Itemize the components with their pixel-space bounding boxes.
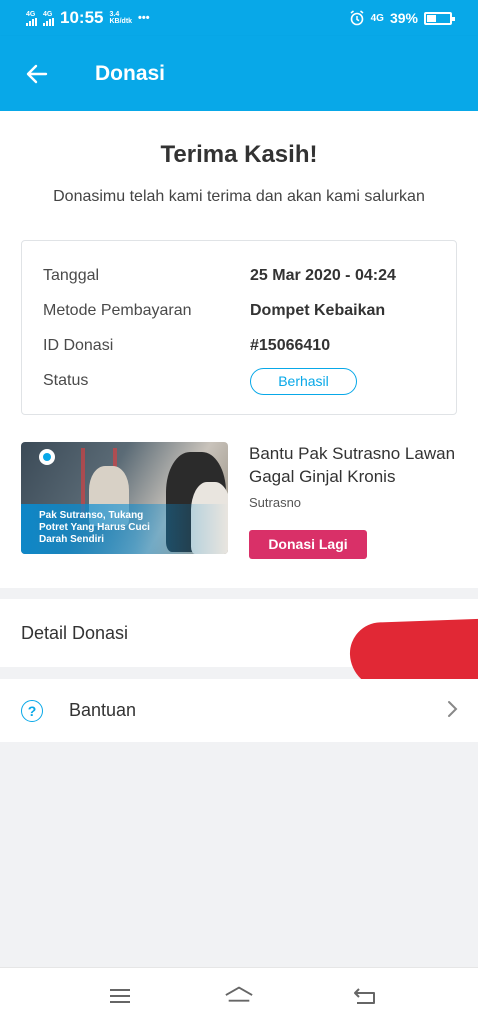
speed-value: 3.4 [109, 11, 120, 18]
network-speed: 3.4 KB/dtk [109, 11, 132, 25]
payment-method-value: Dompet Kebaikan [250, 302, 386, 319]
arrow-left-icon [26, 64, 48, 83]
status-label: Status [43, 372, 89, 389]
back-nav-button[interactable] [350, 984, 380, 1008]
donate-again-button[interactable]: Donasi Lagi [249, 530, 367, 559]
campaign-title[interactable]: Bantu Pak Sutrasno Lawan Gagal Ginjal Kr… [249, 442, 459, 488]
thanks-title: Terima Kasih! [160, 141, 318, 168]
help-label: Bantuan [69, 700, 137, 720]
thanks-subtitle: Donasimu telah kami terima dan akan kami… [53, 188, 425, 205]
campaign-logo-icon [39, 449, 55, 465]
status-left: 4G 4G 10:55 3.4 KB/dtk ••• [26, 8, 150, 28]
detail-row-payment: Metode Pembayaran Dompet Kebaikan [43, 299, 443, 323]
menu-icon [110, 989, 130, 1003]
help-row[interactable]: ? Bantuan [0, 679, 478, 742]
date-value: 25 Mar 2020 - 04:24 [250, 267, 396, 284]
network-type-2: 4G [43, 10, 53, 18]
battery-fill [427, 14, 436, 22]
back-button[interactable] [25, 62, 49, 86]
signal-1: 4G [26, 11, 37, 26]
home-button[interactable] [224, 984, 254, 1008]
app-bar: Donasi [0, 36, 478, 111]
donation-details-card: Tanggal 25 Mar 2020 - 04:24 Metode Pemba… [21, 240, 457, 415]
signal-2: 4G [43, 11, 54, 26]
campaign-card[interactable]: Pak Sutranso, Tukang Potret Yang Harus C… [21, 442, 457, 562]
more-notifications-icon: ••• [138, 12, 150, 24]
signal-icon [26, 17, 37, 26]
battery-percent: 39% [389, 10, 418, 26]
status-badge: Berhasil [250, 367, 357, 395]
network-type-1: 4G [26, 10, 36, 18]
home-icon [225, 986, 253, 1002]
speed-unit: KB/dtk [109, 18, 133, 25]
image-caption: Pak Sutranso, Tukang Potret Yang Harus C… [39, 510, 150, 545]
system-nav-bar [0, 967, 478, 1024]
donation-summary: Terima Kasih! Donasimu telah kami terima… [0, 111, 478, 588]
detail-donation-label: Detail Donasi [21, 622, 129, 643]
campaign-image[interactable]: Pak Sutranso, Tukang Potret Yang Harus C… [21, 442, 228, 554]
network-type-3: 4G [370, 12, 384, 24]
signal-icon [43, 17, 54, 26]
battery-icon [424, 11, 455, 25]
status-bar: 4G 4G 10:55 3.4 KB/dtk ••• 4G 39% [0, 0, 478, 36]
detail-row-id: ID Donasi #15066410 [43, 334, 443, 358]
alarm-icon [350, 10, 364, 26]
payment-method-label: Metode Pembayaran [43, 302, 192, 319]
chevron-right-icon [448, 701, 458, 717]
menu-button[interactable] [105, 984, 135, 1008]
donation-id-value: #15066410 [250, 337, 331, 354]
donation-id-label: ID Donasi [43, 337, 114, 354]
campaign-organizer: Sutrasno [249, 495, 302, 510]
status-right: 4G 39% [349, 10, 455, 26]
detail-row-status: Status Berhasil [43, 367, 443, 395]
page-title: Donasi [95, 61, 166, 85]
back-icon [354, 988, 375, 1004]
detail-row-date: Tanggal 25 Mar 2020 - 04:24 [43, 264, 443, 288]
clock: 10:55 [60, 8, 104, 27]
date-label: Tanggal [43, 267, 100, 284]
question-circle-icon: ? [21, 699, 43, 722]
